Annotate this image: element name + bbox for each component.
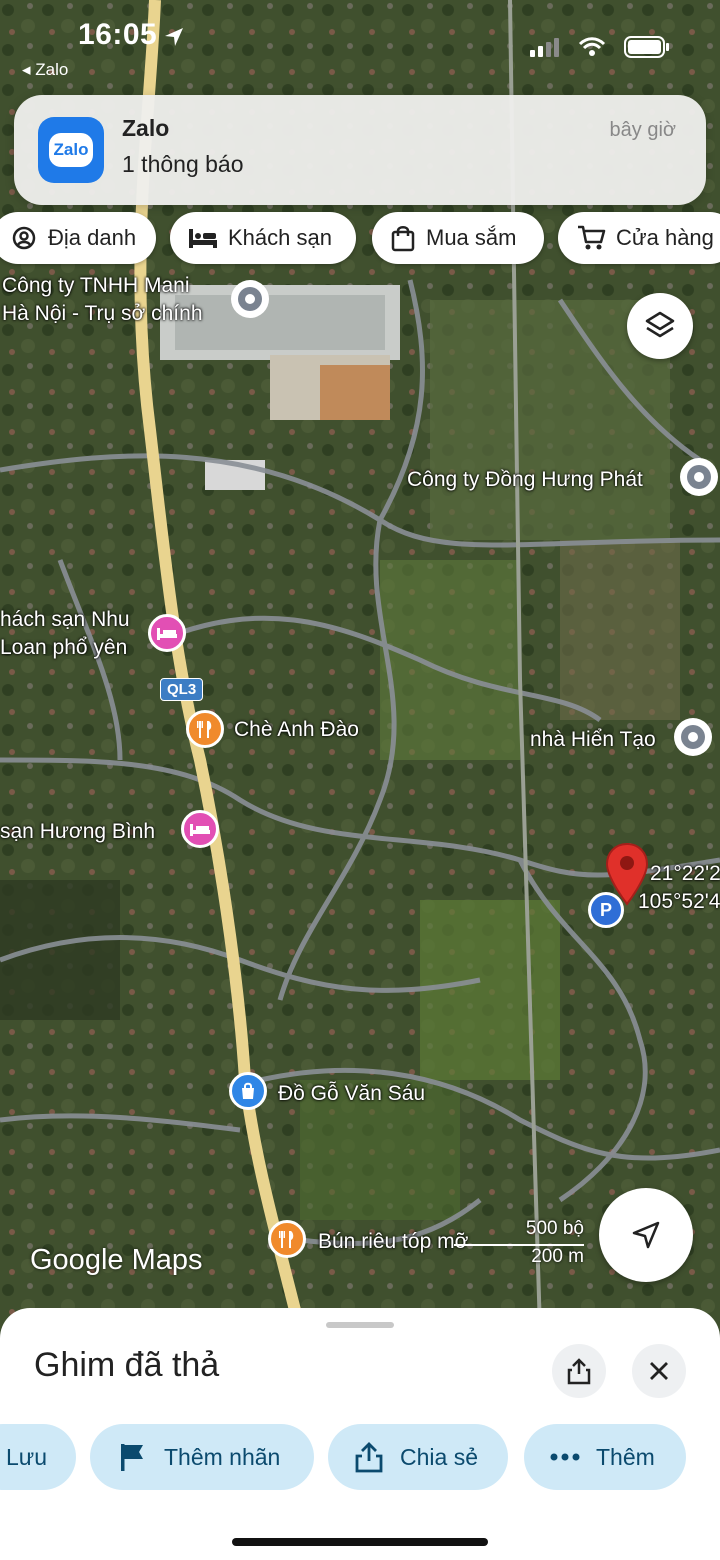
chip-landmarks[interactable]: Địa danh	[0, 212, 156, 264]
road-shield-ql3: QL3	[160, 678, 204, 701]
location-dot-icon	[238, 287, 262, 311]
sheet-title: Ghim đã thả	[34, 1346, 220, 1384]
zalo-logo-text: Zalo	[48, 133, 94, 167]
bed-icon	[189, 229, 217, 248]
battery-icon	[624, 36, 669, 58]
layers-button[interactable]	[627, 293, 693, 359]
restaurant-pin-bun-rieu[interactable]	[268, 1220, 306, 1258]
home-indicator[interactable]	[232, 1538, 488, 1546]
cart-icon	[578, 225, 606, 250]
status-bar: 16:05 ◂ Zalo	[0, 0, 720, 90]
fork-knife-icon	[197, 721, 212, 738]
share-button[interactable]: Chia sẻ	[328, 1424, 508, 1490]
cellular-signal-icon	[530, 38, 559, 57]
coordinate-longitude: 105°52'4	[638, 890, 720, 913]
hotel-pin-huong-binh[interactable]	[181, 810, 219, 848]
place-label-dong-hung-phat[interactable]: Công ty Đồng Hưng Phát	[407, 466, 643, 494]
flag-icon	[121, 1444, 143, 1471]
place-pin-hien-tao[interactable]	[674, 718, 712, 756]
notification-title: Zalo	[122, 115, 170, 141]
place-label-text: Công ty TNHH Mani Hà Nội - Trụ sở chính	[2, 274, 203, 325]
bed-icon	[190, 824, 210, 836]
shop-pin-do-go[interactable]	[229, 1072, 267, 1110]
chip-label: Cửa hàng	[616, 225, 714, 250]
landmark-icon	[12, 226, 36, 250]
google-maps-logo: Google Maps	[30, 1244, 203, 1276]
more-dots-icon	[550, 1453, 580, 1461]
my-location-button[interactable]	[599, 1188, 693, 1282]
save-label: Lưu	[6, 1443, 47, 1470]
chip-hotels[interactable]: Khách sạn	[170, 212, 356, 264]
more-label: Thêm	[596, 1443, 655, 1470]
location-dot-icon	[681, 725, 705, 749]
place-label-mani[interactable]: Công ty TNHH Mani Hà Nội - Trụ sở chính	[2, 272, 203, 328]
close-button[interactable]	[632, 1344, 686, 1398]
save-button[interactable]: Lưu	[0, 1424, 76, 1490]
layers-icon	[645, 311, 675, 338]
location-arrow-icon	[165, 28, 183, 46]
fork-knife-icon	[279, 1231, 294, 1248]
more-button[interactable]: Thêm	[524, 1424, 686, 1490]
category-chips: Địa danh Khách sạn Mua sắm Cửa hàng	[0, 212, 720, 268]
add-label-button[interactable]: Thêm nhãn	[90, 1424, 314, 1490]
scale-imperial: 500 bộ	[525, 1218, 584, 1239]
notification-banner[interactable]: Zalo Zalo 1 thông báo bây giờ	[14, 95, 706, 205]
bed-icon	[157, 628, 177, 640]
chip-label: Khách sạn	[228, 225, 332, 250]
place-label-che-anh-dao[interactable]: Chè Anh Đào	[234, 716, 359, 744]
notification-time: bây giờ	[609, 119, 676, 141]
chip-label: Mua sắm	[426, 225, 517, 250]
dropped-pin-sheet: Ghim đã thả Lưu Thêm nhãn Chia sẻ Thêm	[0, 1308, 720, 1560]
status-icons	[530, 36, 670, 58]
scale-bar	[454, 1244, 584, 1246]
status-time: 16:05	[78, 18, 158, 51]
zalo-app-icon: Zalo	[38, 117, 104, 183]
place-label-bun-rieu[interactable]: Bún riêu tóp mỡ	[318, 1228, 468, 1256]
place-pin-dong-hung-phat[interactable]	[680, 458, 718, 496]
shopping-bag-icon	[391, 226, 415, 252]
navigation-arrow-icon	[632, 1221, 660, 1249]
share-label: Chia sẻ	[400, 1443, 478, 1470]
shopping-bag-icon	[242, 1082, 254, 1099]
share-icon	[567, 1358, 591, 1385]
place-label-nhu-loan[interactable]: hách sạn Nhu Loan phổ yên	[0, 606, 130, 662]
chip-shopping[interactable]: Mua sắm	[372, 212, 544, 264]
place-pin-mani[interactable]	[231, 280, 269, 318]
chip-stores[interactable]: Cửa hàng	[558, 212, 720, 264]
restaurant-pin-che-anh-dao[interactable]	[186, 710, 224, 748]
location-dot-icon	[687, 465, 711, 489]
add-label-label: Thêm nhãn	[164, 1443, 281, 1470]
wifi-icon	[578, 37, 606, 56]
place-label-huong-binh[interactable]: sạn Hương Bình	[0, 818, 155, 846]
place-label-hien-tao[interactable]: nhà Hiển Tạo	[530, 726, 656, 754]
notification-body: 1 thông báo	[122, 151, 244, 177]
close-icon	[650, 1362, 668, 1380]
sheet-handle[interactable]	[326, 1322, 394, 1328]
back-to-app-link[interactable]: ◂ Zalo	[22, 60, 68, 80]
coordinate-latitude: 21°22'26.	[650, 862, 720, 885]
share-icon-button[interactable]	[552, 1344, 606, 1398]
hotel-pin-nhu-loan[interactable]	[148, 614, 186, 652]
chip-label: Địa danh	[48, 225, 137, 250]
share-icon	[355, 1442, 383, 1473]
place-label-do-go[interactable]: Đồ Gỗ Văn Sáu	[278, 1080, 425, 1108]
map-scale: 500 bộ 200 m	[454, 1218, 584, 1268]
scale-metric: 200 m	[531, 1246, 584, 1267]
